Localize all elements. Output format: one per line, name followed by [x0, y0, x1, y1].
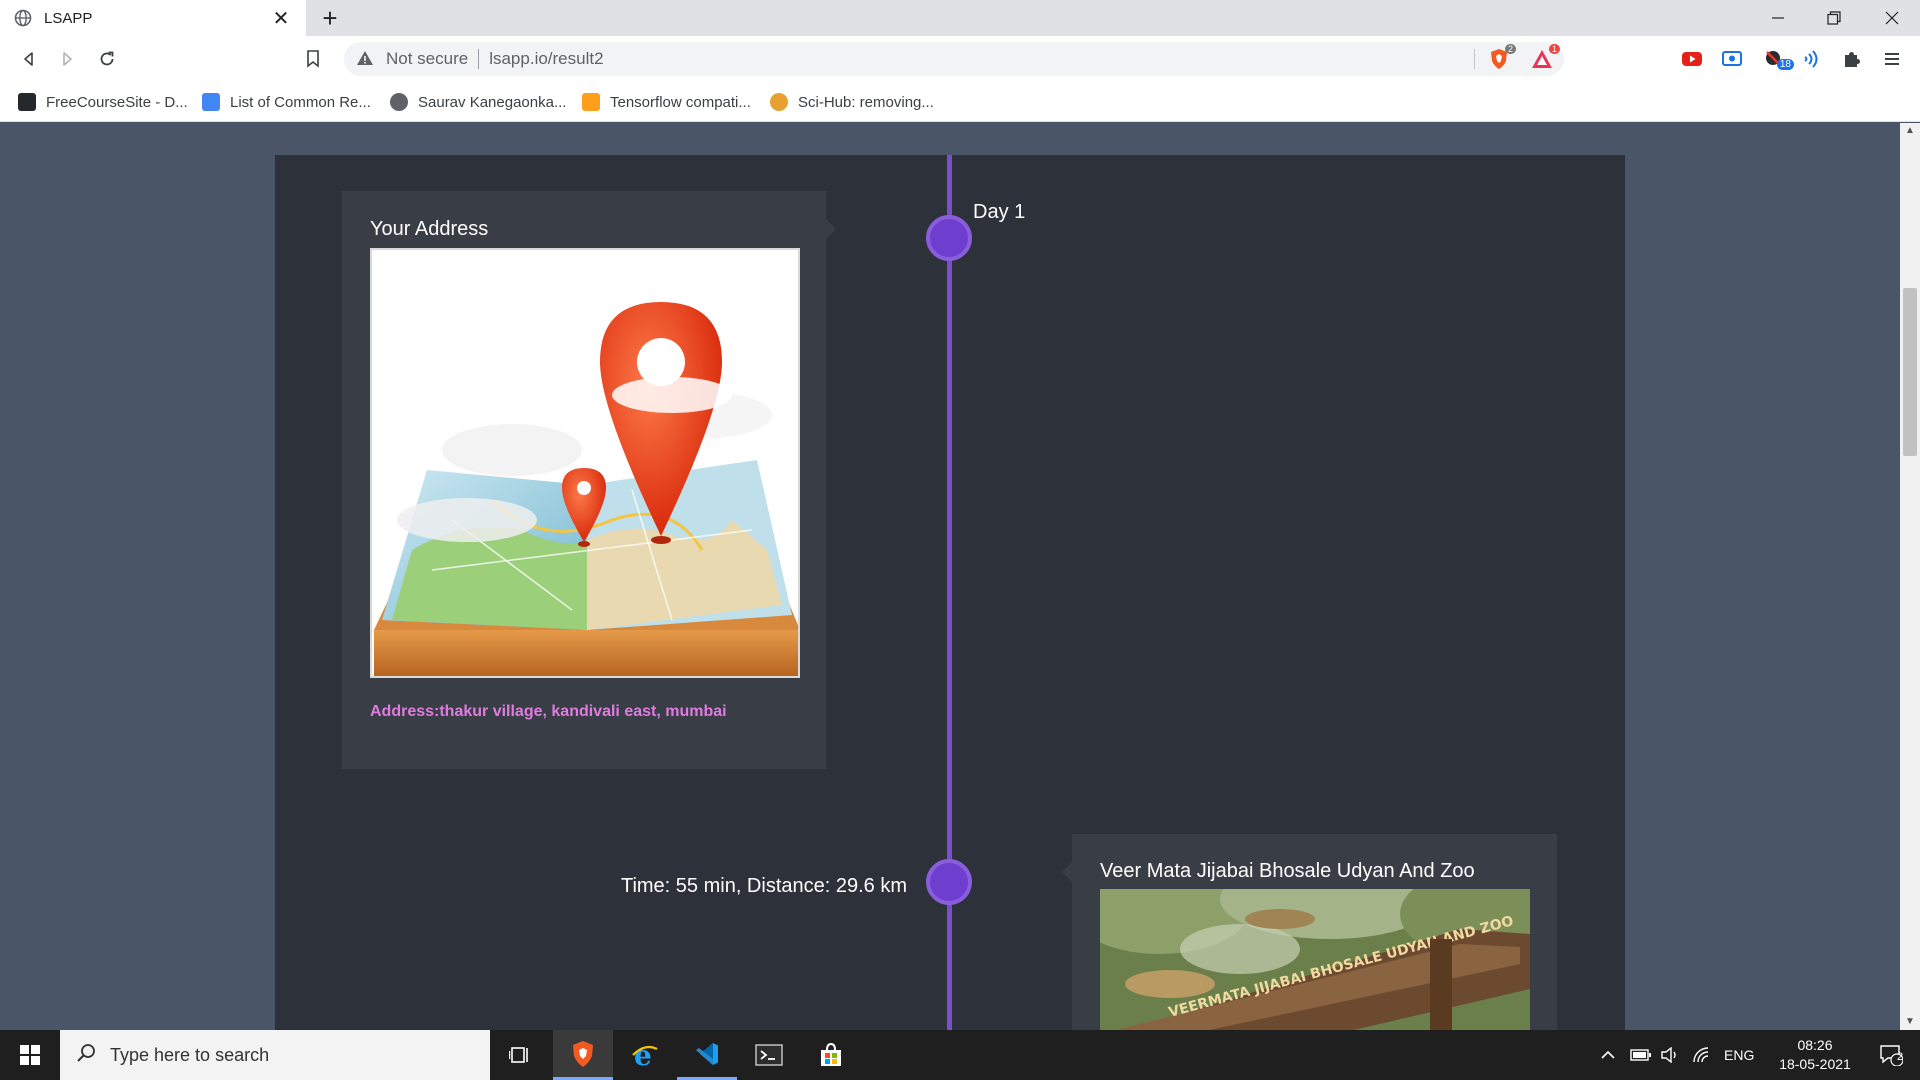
docs-favicon-icon — [202, 93, 220, 111]
taskbar-clock[interactable]: 08:26 18-05-2021 — [1760, 1036, 1870, 1074]
screen-capture-extension-icon[interactable] — [1718, 45, 1746, 73]
bookmarks-bar: FreeCourseSite - D... List of Common Re.… — [0, 82, 1920, 122]
url-right-divider — [1474, 49, 1475, 69]
zoo-entrance-image[interactable]: VEERMATA JIJABAI BHOSALE UDYAN AND ZOO — [1100, 889, 1530, 1030]
url-divider — [478, 49, 480, 69]
globe-favicon-icon — [390, 93, 408, 111]
show-hidden-icons-icon[interactable] — [1600, 1030, 1616, 1080]
tracker-badge: 18 — [1776, 59, 1794, 70]
bookmark-item-freecoursesite[interactable]: FreeCourseSite - D... — [18, 90, 188, 114]
freecoursesite-favicon-icon — [18, 93, 36, 111]
address-text: Address:thakur village, kandivali east, … — [370, 703, 727, 720]
new-tab-button[interactable]: + — [316, 4, 344, 32]
scihub-favicon-icon — [770, 93, 788, 111]
terminal-taskbar-icon[interactable] — [739, 1030, 799, 1080]
bookmark-icon[interactable] — [298, 44, 328, 74]
volume-icon[interactable] — [1660, 1030, 1680, 1080]
address-card-title: Your Address — [370, 218, 489, 240]
bookmark-label: Tensorflow compati... — [610, 93, 751, 111]
wifi-icon[interactable] — [1692, 1030, 1712, 1080]
bookmark-label: List of Common Re... — [230, 93, 371, 111]
vscode-taskbar-icon[interactable] — [677, 1030, 737, 1080]
clock-time: 08:26 — [1797, 1037, 1833, 1053]
browser-toolbar: Not secure lsapp.io/result2 2 1 18 — [0, 36, 1920, 82]
scrollbar-thumb[interactable] — [1903, 288, 1917, 456]
battery-icon[interactable] — [1630, 1030, 1652, 1080]
forward-icon[interactable] — [52, 44, 82, 74]
youtube-extension-icon[interactable] — [1678, 45, 1706, 73]
brave-shield-icon[interactable]: 2 — [1488, 44, 1516, 70]
read-aloud-extension-icon[interactable] — [1798, 45, 1826, 73]
search-icon — [76, 1043, 96, 1068]
svg-text:e: e — [634, 1041, 652, 1069]
timeline-dot-day-1 — [926, 215, 972, 261]
microsoft-store-taskbar-icon[interactable] — [801, 1030, 861, 1080]
globe-icon — [14, 9, 32, 27]
card-pointer — [1062, 862, 1072, 882]
task-view-icon[interactable] — [490, 1030, 550, 1080]
windows-taskbar: Type here to search e ENG 08:26 18-05-20… — [0, 1030, 1920, 1080]
card-pointer — [826, 219, 836, 239]
bookmark-label: Sci-Hub: removing... — [798, 93, 934, 111]
travel-time-distance: Time: 55 min, Distance: 29.6 km — [620, 875, 907, 897]
page-viewport: Your Address Address:thakur village, kan… — [0, 123, 1900, 1030]
day-label: Day 1 — [973, 201, 1026, 223]
windows-start-icon[interactable] — [0, 1030, 60, 1080]
address-bar[interactable]: Not secure lsapp.io/result2 2 1 — [344, 42, 1564, 76]
bookmark-label: Saurav Kanegaonka... — [418, 93, 567, 111]
browser-tab-bar: LSAPP ✕ + — [0, 0, 1920, 36]
map-pin-image[interactable] — [370, 248, 800, 678]
scroll-down-icon[interactable]: ▼ — [1900, 1014, 1920, 1030]
search-placeholder: Type here to search — [110, 1044, 270, 1065]
notification-count: 2 — [1897, 1051, 1904, 1063]
scroll-up-icon[interactable]: ▲ — [1900, 123, 1920, 139]
brave-browser-taskbar-icon[interactable] — [553, 1030, 613, 1080]
internet-explorer-taskbar-icon[interactable]: e — [615, 1030, 675, 1080]
brave-rewards-icon[interactable]: 1 — [1530, 44, 1560, 70]
bookmark-item-common-regex[interactable]: List of Common Re... — [202, 90, 371, 114]
restore-icon[interactable] — [1806, 0, 1862, 36]
timeline-dot-stop-1 — [926, 859, 972, 905]
url-text[interactable]: lsapp.io/result2 — [489, 49, 603, 69]
tracker-extension-icon[interactable]: 18 — [1760, 45, 1794, 73]
stackoverflow-favicon-icon — [582, 93, 600, 111]
tab-title: LSAPP — [44, 9, 93, 27]
zoo-card-title: Veer Mata Jijabai Bhosale Udyan And Zoo — [1100, 860, 1475, 882]
page-scrollbar[interactable]: ▲ ▼ — [1900, 123, 1920, 1030]
close-window-icon[interactable] — [1864, 0, 1920, 36]
bookmark-label: FreeCourseSite - D... — [46, 93, 188, 111]
browser-tab[interactable]: LSAPP ✕ — [0, 0, 306, 36]
zoo-card: Veer Mata Jijabai Bhosale Udyan And Zoo … — [1062, 834, 1557, 1030]
browser-menu-icon[interactable] — [1878, 45, 1906, 73]
bookmark-item-saurav[interactable]: Saurav Kanegaonka... — [390, 90, 566, 114]
tab-close-icon[interactable]: ✕ — [270, 6, 292, 31]
action-center-icon[interactable]: 2 — [1868, 1030, 1914, 1080]
extensions-puzzle-icon[interactable] — [1838, 45, 1866, 73]
warning-icon — [356, 49, 376, 69]
clock-date: 18-05-2021 — [1779, 1056, 1851, 1072]
address-card: Your Address Address:thakur village, kan… — [342, 191, 836, 769]
security-status[interactable]: Not secure — [386, 49, 468, 69]
language-indicator[interactable]: ENG — [1724, 1030, 1754, 1080]
bookmark-item-tensorflow[interactable]: Tensorflow compati... — [582, 90, 751, 114]
bookmark-item-scihub[interactable]: Sci-Hub: removing... — [770, 90, 934, 114]
minimize-icon[interactable] — [1750, 0, 1806, 36]
reload-icon[interactable] — [92, 44, 122, 74]
taskbar-search-box[interactable]: Type here to search — [60, 1030, 490, 1080]
rewards-badge: 1 — [1548, 44, 1560, 54]
timeline-container: Your Address Address:thakur village, kan… — [275, 155, 1625, 1030]
back-icon[interactable] — [14, 44, 44, 74]
shield-badge: 2 — [1504, 44, 1516, 54]
